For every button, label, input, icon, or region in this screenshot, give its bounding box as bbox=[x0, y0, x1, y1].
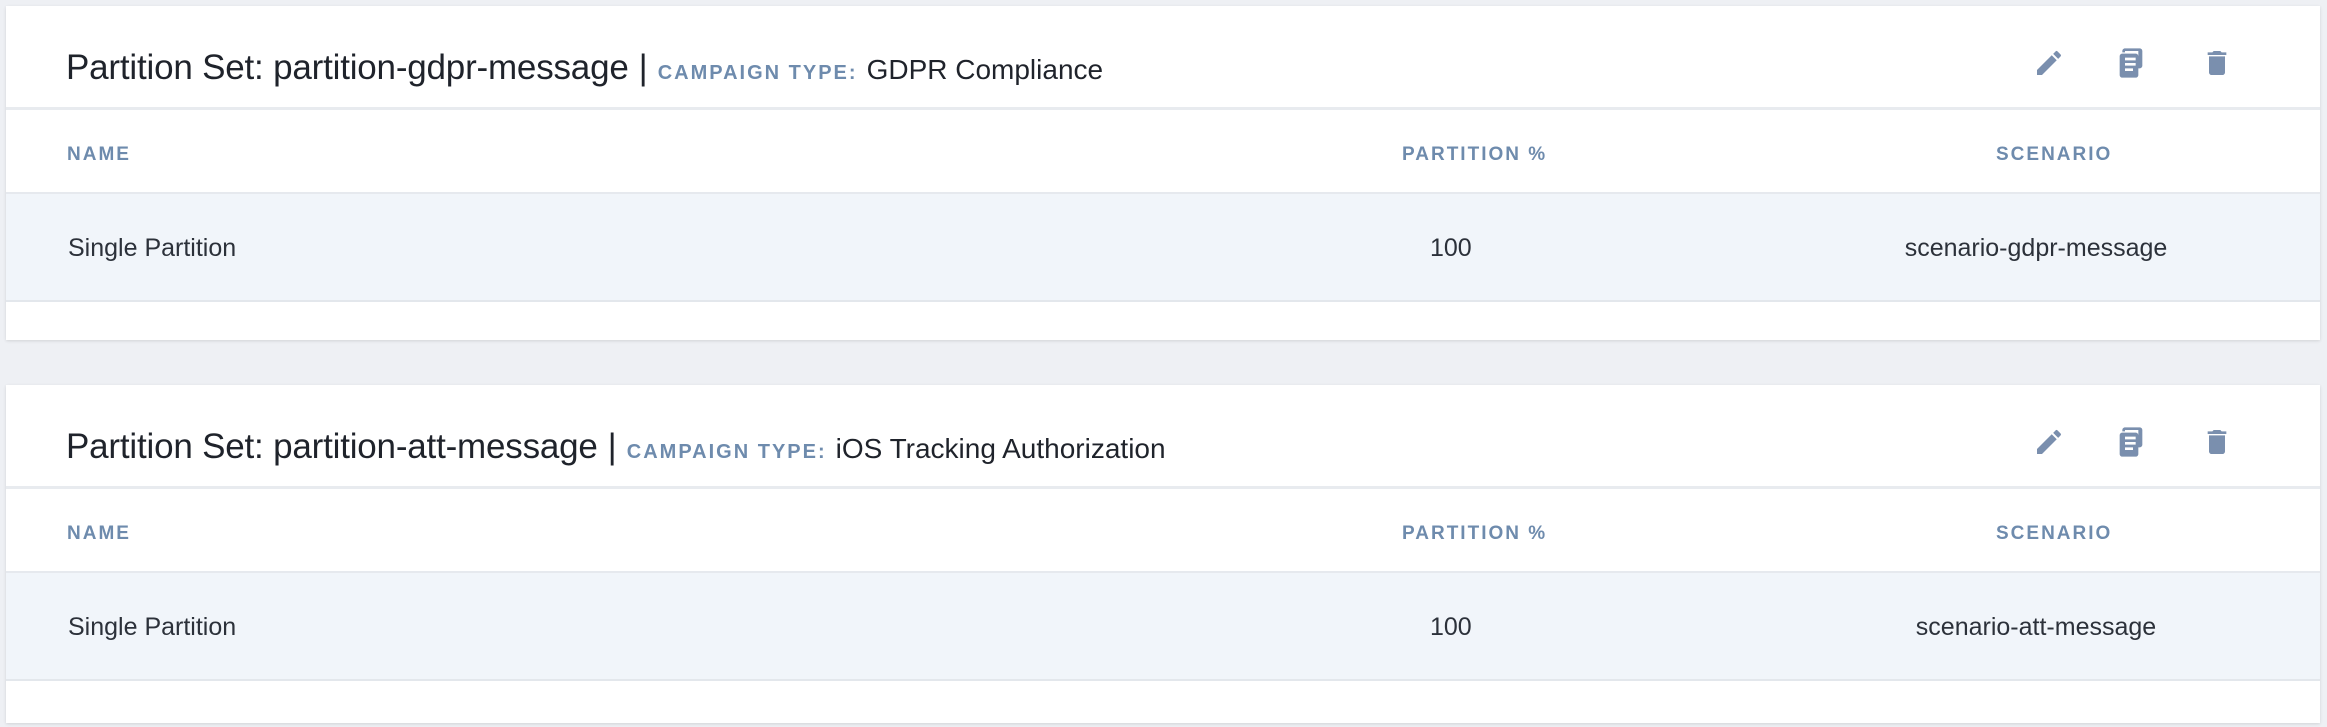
edit-icon bbox=[2037, 50, 2062, 75]
campaign-type-value: iOS Tracking Authorization bbox=[835, 433, 1166, 464]
partition-set-card: Partition Set: partition-att-message | C… bbox=[6, 385, 2320, 723]
partition-set-card: Partition Set: partition-gdpr-message | … bbox=[6, 6, 2320, 340]
column-header-partition: PARTITION % bbox=[1402, 144, 1548, 165]
edit-button[interactable] bbox=[2032, 46, 2066, 80]
partition-name: Single Partition bbox=[68, 613, 237, 641]
table-header-row: NAME PARTITION % SCENARIO bbox=[6, 110, 2320, 194]
trash-icon bbox=[2207, 51, 2227, 75]
edit-icon bbox=[2037, 429, 2062, 454]
copy-button[interactable] bbox=[2116, 425, 2150, 459]
title-separator: | bbox=[638, 48, 648, 87]
partition-percent: 100 bbox=[1430, 234, 1472, 262]
partition-scenario: scenario-att-message bbox=[1915, 613, 2157, 641]
delete-button[interactable] bbox=[2200, 425, 2234, 459]
delete-button[interactable] bbox=[2200, 46, 2234, 80]
partition-name: Single Partition bbox=[68, 234, 237, 262]
partition-set-title-row: Partition Set: partition-gdpr-message | … bbox=[66, 48, 1103, 88]
copy-icon bbox=[2119, 427, 2143, 457]
copy-button[interactable] bbox=[2116, 46, 2150, 80]
column-header-partition: PARTITION % bbox=[1402, 523, 1548, 544]
partition-set-header: Partition Set: partition-gdpr-message | … bbox=[6, 6, 2320, 110]
partition-set-title: Partition Set: partition-gdpr-message bbox=[66, 48, 629, 87]
trash-icon bbox=[2207, 430, 2227, 454]
partition-set-actions bbox=[2032, 46, 2284, 80]
partition-set-header: Partition Set: partition-att-message | C… bbox=[6, 385, 2320, 489]
column-header-scenario: SCENARIO bbox=[1996, 523, 2113, 544]
campaign-type-label: CAMPAIGN TYPE: bbox=[657, 62, 858, 84]
campaign-type-label: CAMPAIGN TYPE: bbox=[626, 441, 827, 463]
edit-button[interactable] bbox=[2032, 425, 2066, 459]
title-separator: | bbox=[607, 427, 617, 466]
table-header-row: NAME PARTITION % SCENARIO bbox=[6, 489, 2320, 573]
partition-scenario: scenario-gdpr-message bbox=[1904, 234, 2168, 262]
partitions-table: NAME PARTITION % SCENARIO Single Partiti… bbox=[6, 110, 2320, 302]
partition-percent: 100 bbox=[1430, 613, 1472, 641]
table-row[interactable]: Single Partition 100 scenario-att-messag… bbox=[6, 573, 2320, 681]
column-header-scenario: SCENARIO bbox=[1996, 144, 2113, 165]
partition-set-title: Partition Set: partition-att-message bbox=[66, 427, 598, 466]
partition-set-actions bbox=[2032, 425, 2284, 459]
column-header-name: NAME bbox=[67, 523, 131, 544]
campaign-type-value: GDPR Compliance bbox=[866, 54, 1104, 85]
column-header-name: NAME bbox=[67, 144, 131, 165]
copy-icon bbox=[2119, 48, 2143, 78]
partition-set-title-row: Partition Set: partition-att-message | C… bbox=[66, 427, 1166, 467]
table-row[interactable]: Single Partition 100 scenario-gdpr-messa… bbox=[6, 194, 2320, 302]
partitions-table: NAME PARTITION % SCENARIO Single Partiti… bbox=[6, 489, 2320, 681]
